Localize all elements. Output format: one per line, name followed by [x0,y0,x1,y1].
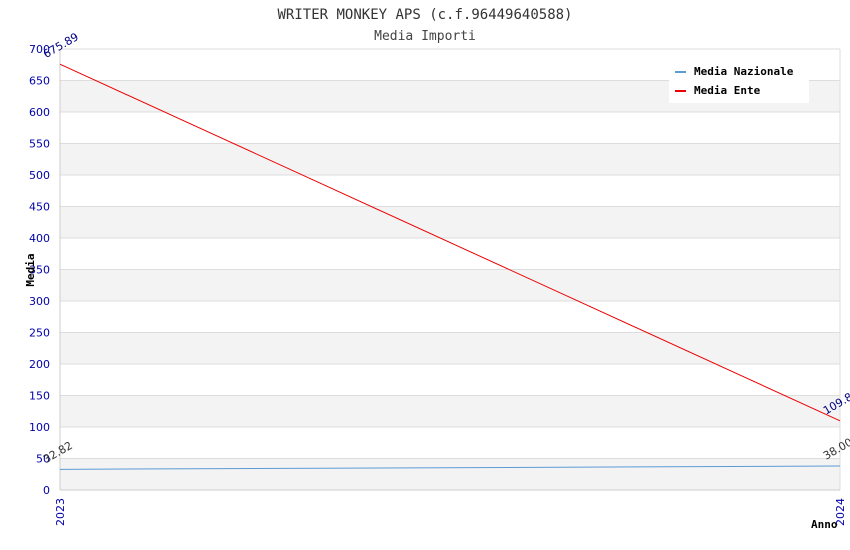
y-tick-label: 300 [29,295,50,308]
line-chart: WRITER MONKEY APS (c.f.96449640588) Medi… [24,7,850,531]
grid-band [60,395,840,427]
y-tick-label: 450 [29,201,50,214]
y-tick-label: 400 [29,232,50,245]
x-axis-label: Anno [811,518,838,531]
y-tick-label: 0 [43,484,50,497]
series-line [59,63,841,422]
grid-band [60,332,840,364]
data-label: 675.89 [41,30,81,61]
y-axis-label: Media [24,253,37,286]
legend: Media Nazionale Media Ente [669,59,809,103]
y-tick-label: 250 [29,327,50,340]
y-tick-label: 600 [29,106,50,119]
y-tick-label: 150 [29,390,50,403]
grid-band [60,143,840,175]
x-tick-labels: 2023 2024 [54,498,847,526]
grid-band [60,269,840,301]
y-tick-label: 650 [29,75,50,88]
chart-subtitle: Media Importi [374,29,476,44]
legend-label: Media Ente [694,84,761,97]
grid-band [60,458,840,490]
grid-band [60,206,840,238]
grid-bands [60,80,840,490]
chart-title: WRITER MONKEY APS (c.f.96449640588) [277,7,572,23]
x-tick-label: 2023 [54,498,67,526]
y-tick-label: 100 [29,421,50,434]
y-tick-label: 500 [29,169,50,182]
legend-label: Media Nazionale [694,65,794,78]
y-tick-label: 550 [29,138,50,151]
y-tick-label: 200 [29,358,50,371]
